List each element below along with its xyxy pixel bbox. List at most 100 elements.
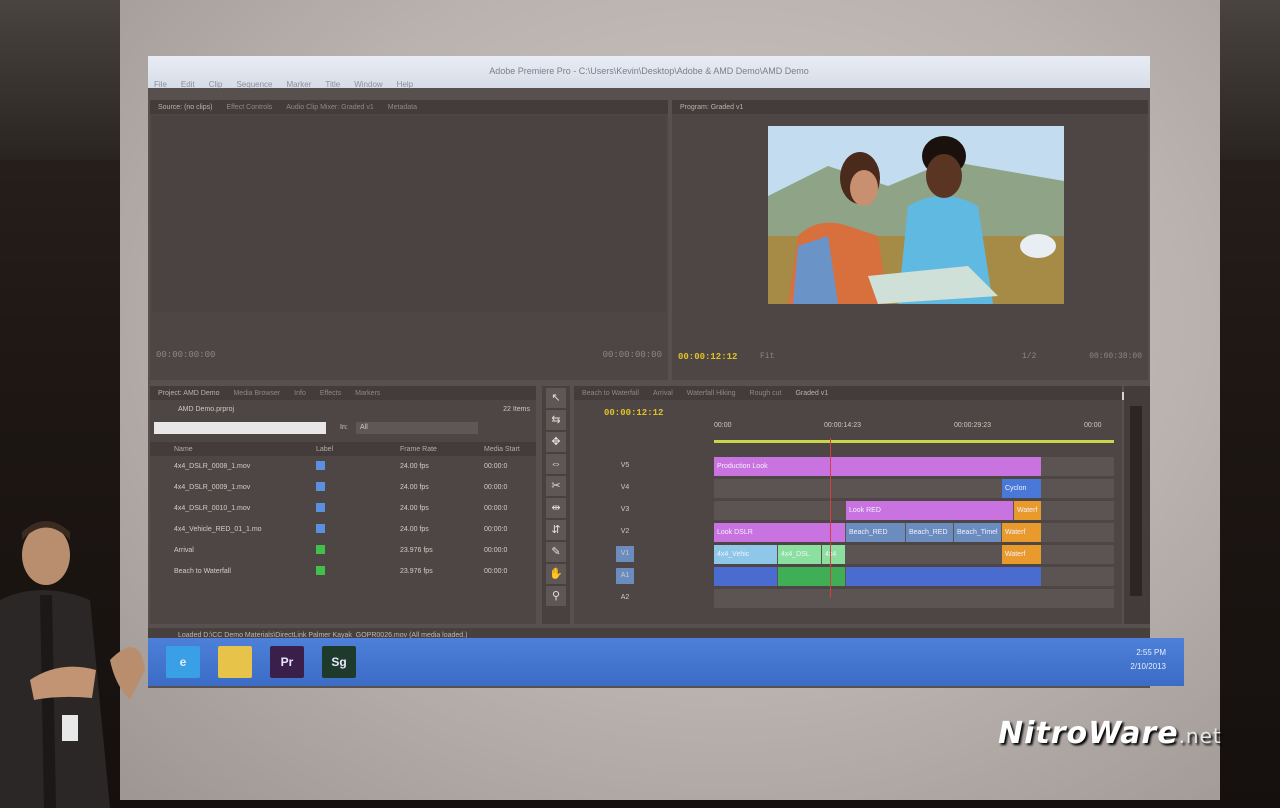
timeline-clip[interactable]: Waterf [1002, 523, 1041, 542]
timeline-clip[interactable]: Production Look [714, 457, 1041, 476]
rolling-edit-icon[interactable]: ⇔ [546, 454, 566, 474]
timeline-clip[interactable]: Beach_RED [906, 523, 953, 542]
tab-effect-controls[interactable]: Effect Controls [226, 104, 272, 111]
project-item[interactable]: 4x4_DSLR_0009_1.mov 24.00 fps 00:00:0 [150, 477, 536, 498]
program-quality[interactable]: 1/2 [1022, 352, 1036, 361]
ruler-mark: 00:00 [714, 422, 732, 429]
project-search-input[interactable] [154, 422, 326, 434]
project-item[interactable]: 4x4_DSLR_0010_1.mov 24.00 fps 00:00:0 [150, 498, 536, 519]
audio-meter-bar [1130, 406, 1142, 596]
clock-date: 2/10/2013 [1130, 662, 1166, 671]
tab-program[interactable]: Program: Graded v1 [680, 104, 743, 111]
track-v2: V2 Look DSLR Beach_RED Beach_RED Beach_Timel… [574, 522, 1122, 543]
track-header-v1[interactable]: V1 [616, 546, 634, 562]
project-item-start: 00:00:0 [484, 526, 508, 533]
tab-audio-mixer[interactable]: Audio Clip Mixer: Graded v1 [286, 104, 374, 111]
project-item-count: 22 Items [503, 406, 530, 413]
menu-window[interactable]: Window [354, 80, 382, 89]
project-item[interactable]: 4x4_DSLR_0008_1.mov 24.00 fps 00:00:0 [150, 456, 536, 477]
timeline-clip[interactable]: Look DSLR [714, 523, 845, 542]
project-item-name: 4x4_DSLR_0010_1.mov [174, 505, 251, 512]
track-header-v5[interactable]: V5 [616, 458, 634, 474]
tab-info[interactable]: Info [294, 390, 306, 397]
in-select[interactable]: All [356, 422, 478, 434]
tab-source[interactable]: Source: (no clips) [158, 104, 212, 111]
program-duration: 00:00:38:00 [1089, 352, 1142, 361]
timeline-clip[interactable]: Cyclon [1002, 479, 1041, 498]
tab-markers[interactable]: Markers [355, 390, 380, 397]
menu-title[interactable]: Title [325, 80, 340, 89]
slide-tool-icon[interactable]: ⇵ [546, 520, 566, 540]
time-ruler[interactable]: 00:00 00:00:14:23 00:00:29:23 00:00 [714, 422, 1114, 438]
project-item[interactable]: Arrival 23.976 fps 00:00:0 [150, 540, 536, 561]
track-select-icon[interactable]: ⇆ [546, 410, 566, 430]
tab-beach-to-waterfall[interactable]: Beach to Waterfall [582, 390, 639, 397]
menu-help[interactable]: Help [397, 80, 413, 89]
timeline-clip[interactable] [714, 567, 777, 586]
tab-project[interactable]: Project: AMD Demo [158, 390, 219, 397]
timeline-timecode: 00:00:12:12 [604, 408, 664, 418]
timeline-playhead[interactable] [830, 438, 831, 598]
project-item[interactable]: Beach to Waterfall 23.976 fps 00:00:0 [150, 561, 536, 582]
zoom-tool-icon[interactable]: ⚲ [546, 586, 566, 606]
track-header-v3[interactable]: V3 [616, 502, 634, 518]
timeline-clip[interactable]: 4x4_Vehic [714, 545, 777, 564]
video-still-couple [768, 126, 1064, 304]
project-item[interactable]: 4x4_Vehicle_RED_01_1.mo 24.00 fps 00:00:0 [150, 519, 536, 540]
timeline-clip[interactable] [846, 567, 1041, 586]
taskbar-clock[interactable]: 2:55 PM 2/10/2013 [1130, 646, 1166, 674]
project-item-start: 00:00:0 [484, 568, 508, 575]
col-frame-rate[interactable]: Frame Rate [400, 446, 484, 453]
window-title: Adobe Premiere Pro - C:\Users\Kevin\Desk… [489, 66, 809, 76]
work-area-bar[interactable] [714, 440, 1114, 443]
track-a2: A2 [574, 588, 1122, 609]
tab-metadata[interactable]: Metadata [388, 104, 417, 111]
timeline-clip[interactable]: Look RED [846, 501, 1013, 520]
watermark-logo: NitroWare.net [998, 716, 1222, 751]
timeline-clip[interactable]: Waterf [1014, 501, 1041, 520]
label-swatch [316, 566, 325, 575]
track-header-a1[interactable]: A1 [616, 568, 634, 584]
menu-sequence[interactable]: Sequence [236, 80, 272, 89]
tab-graded-v1[interactable]: Graded v1 [795, 390, 828, 397]
tool-icons: ↖ ⇆ ✥ ⇔ ✂ ⇹ ⇵ ✎ ✋ ⚲ [542, 388, 570, 606]
timeline-clip[interactable]: 4x4 [822, 545, 845, 564]
source-viewer [152, 116, 666, 312]
tab-arrival[interactable]: Arrival [653, 390, 673, 397]
menu-marker[interactable]: Marker [287, 80, 312, 89]
col-name[interactable]: Name [150, 446, 316, 453]
timeline-clip[interactable]: Beach_RED [846, 523, 905, 542]
tab-media-browser[interactable]: Media Browser [233, 390, 280, 397]
tab-effects[interactable]: Effects [320, 390, 341, 397]
timeline-clip[interactable]: Beach_Timel [954, 523, 1001, 542]
menu-file[interactable]: File [154, 80, 167, 89]
tab-waterfall-hiking[interactable]: Waterfall Hiking [687, 390, 736, 397]
timeline-clip[interactable]: Waterf [1002, 545, 1041, 564]
speedgrade-icon[interactable]: Sg [322, 646, 356, 678]
tab-rough-cut[interactable]: Rough cut [750, 390, 782, 397]
slip-tool-icon[interactable]: ⇹ [546, 498, 566, 518]
track-header-a2[interactable]: A2 [616, 590, 634, 606]
ruler-mark: 00:00:14:23 [824, 422, 861, 429]
col-media-start[interactable]: Media Start [484, 446, 536, 453]
timeline-clip[interactable] [778, 567, 845, 586]
timeline-clip[interactable]: 4x4_DSL [778, 545, 821, 564]
menu-edit[interactable]: Edit [181, 80, 195, 89]
col-label[interactable]: Label [316, 446, 400, 453]
project-item-name: 4x4_Vehicle_RED_01_1.mo [174, 526, 262, 533]
pen-tool-icon[interactable]: ✎ [546, 542, 566, 562]
project-item-start: 00:00:0 [484, 547, 508, 554]
selection-tool-icon[interactable]: ↖ [546, 388, 566, 408]
explorer-icon[interactable] [218, 646, 252, 678]
ie-icon[interactable]: e [166, 646, 200, 678]
program-zoom[interactable]: Fit [760, 352, 774, 361]
ripple-edit-icon[interactable]: ✥ [546, 432, 566, 452]
track-header-v2[interactable]: V2 [616, 524, 634, 540]
premiere-icon[interactable]: Pr [270, 646, 304, 678]
hand-tool-icon[interactable]: ✋ [546, 564, 566, 584]
track-header-v4[interactable]: V4 [616, 480, 634, 496]
menu-clip[interactable]: Clip [209, 80, 223, 89]
project-tabs: Project: AMD Demo Media Browser Info Eff… [150, 386, 536, 400]
project-item-label [316, 461, 400, 472]
razor-tool-icon[interactable]: ✂ [546, 476, 566, 496]
